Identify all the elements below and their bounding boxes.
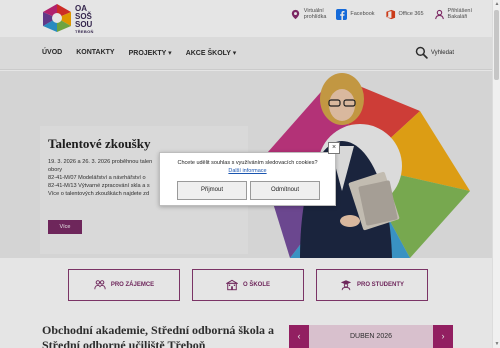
cookie-more-info-link[interactable]: Další informace (160, 168, 335, 174)
modal-overlay: × Chcete udělit souhlas s využíváním sle… (0, 0, 492, 348)
close-icon[interactable]: × (328, 142, 340, 154)
cookie-consent-dialog: × Chcete udělit souhlas s využíváním sle… (159, 142, 340, 206)
cookie-message: Chcete udělit souhlas s využíváním sledo… (177, 160, 318, 166)
scrollbar-thumb[interactable] (494, 10, 499, 80)
scroll-down-arrow-icon[interactable]: ▼ (493, 340, 500, 348)
cookie-reject-button[interactable]: Odmítnout (250, 181, 320, 200)
scroll-up-arrow-icon[interactable]: ▲ (493, 0, 500, 8)
cookie-accept-button[interactable]: Přijmout (177, 181, 247, 200)
page-scrollbar[interactable]: ▲ ▼ (492, 0, 500, 348)
cookie-buttons: Přijmout Odmítnout (177, 181, 320, 200)
